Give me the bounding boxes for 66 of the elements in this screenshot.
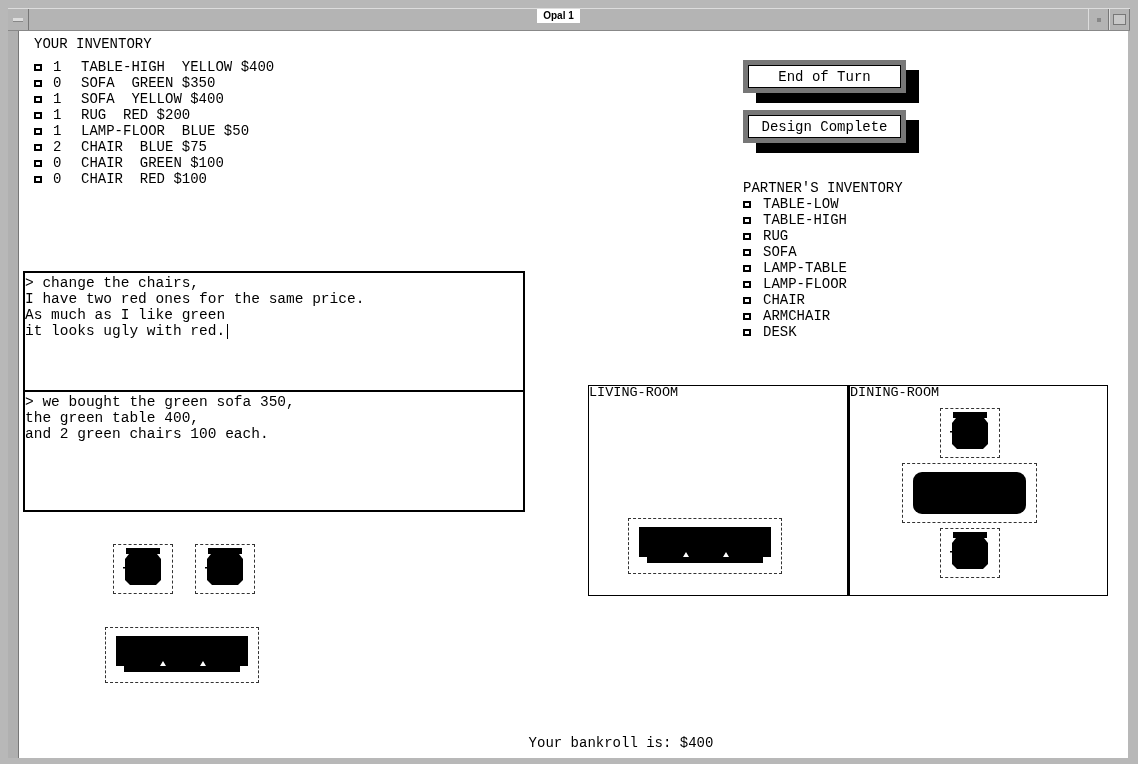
bullet-icon (743, 296, 751, 304)
inventory-item: TABLE-LOW (763, 196, 839, 212)
bullet-icon (743, 200, 751, 208)
maximize-button[interactable] (1109, 9, 1130, 30)
bullet-icon (34, 159, 42, 167)
item-count: 0 (53, 171, 63, 187)
item-count: 0 (53, 155, 63, 171)
item-count: 2 (53, 139, 63, 155)
inventory-item: SOFA YELLOW $400 (81, 91, 224, 107)
bullet-icon (743, 232, 751, 240)
item-count: 1 (53, 59, 63, 75)
inventory-item: CHAIR BLUE $75 (81, 139, 208, 155)
inventory-heading: YOUR INVENTORY (34, 36, 153, 52)
chair-drawing[interactable] (939, 408, 1000, 458)
bullet-icon (743, 248, 751, 256)
inventory-item: CHAIR (763, 292, 805, 308)
message-line: and 2 green chairs 100 each. (25, 426, 269, 442)
window-title: Opal 1 (537, 9, 580, 23)
sofa-drawing[interactable] (105, 627, 259, 683)
bullet-icon (34, 95, 42, 103)
item-count: 1 (53, 123, 63, 139)
bullet-icon (34, 63, 42, 71)
inventory-item: CHAIR RED $100 (81, 171, 208, 187)
room-label: LIVING-ROOM (589, 386, 679, 400)
bullet-icon (34, 127, 42, 135)
inventory-item: RUG RED $200 (81, 107, 191, 123)
message-line: it looks ugly with red. (25, 323, 226, 339)
inventory-item: LAMP-FLOOR BLUE $50 (81, 123, 250, 139)
inventory-item: LAMP-FLOOR (763, 276, 847, 292)
message-line: the green table 400, (25, 410, 200, 426)
inventory-item: LAMP-TABLE (763, 260, 847, 276)
partner-inventory-heading: PARTNER'S INVENTORY (743, 180, 904, 196)
inventory-item: SOFA (763, 244, 797, 260)
table-drawing[interactable] (902, 463, 1037, 523)
sofa-drawing[interactable] (628, 518, 782, 574)
chair-drawing[interactable] (113, 544, 173, 594)
minimize-button[interactable] (1088, 9, 1109, 30)
message-line: > change the chairs, (25, 275, 200, 291)
item-count: 1 (53, 91, 63, 107)
inventory-item: TABLE-HIGH (763, 212, 847, 228)
room-label: DINING-ROOM (850, 386, 940, 400)
bullet-icon (743, 280, 751, 288)
inventory-item: RUG (763, 228, 789, 244)
inventory-item: ARMCHAIR (763, 308, 831, 324)
bullet-icon (34, 111, 42, 119)
bullet-icon (34, 79, 42, 87)
message-box[interactable]: > change the chairs, I have two red ones for the same price. As much as I like green it looks ugly with red. (23, 271, 525, 392)
item-count: 1 (53, 107, 63, 123)
message-box[interactable]: > we bought the green sofa 350, the green table 400, and 2 green chairs 100 each. (23, 392, 525, 512)
inventory-item: SOFA GREEN $350 (81, 75, 216, 91)
message-line: I have two red ones for the same price. (25, 291, 365, 307)
bullet-icon (743, 328, 751, 336)
chair-drawing[interactable] (939, 528, 1000, 578)
bullet-icon (34, 175, 42, 183)
message-line: As much as I like green (25, 307, 226, 323)
message-line: > we bought the green sofa 350, (25, 394, 295, 410)
bullet-icon (743, 264, 751, 272)
inventory-item: CHAIR GREEN $100 (81, 155, 224, 171)
bankroll-text: Your bankroll is: $400 (528, 735, 714, 751)
inventory-item: TABLE-HIGH YELLOW $400 (81, 59, 275, 75)
bullet-icon (34, 143, 42, 151)
bullet-icon (743, 312, 751, 320)
bullet-icon (743, 216, 751, 224)
chair-drawing[interactable] (195, 544, 255, 594)
item-count: 0 (53, 75, 63, 91)
inventory-item: DESK (763, 324, 797, 340)
